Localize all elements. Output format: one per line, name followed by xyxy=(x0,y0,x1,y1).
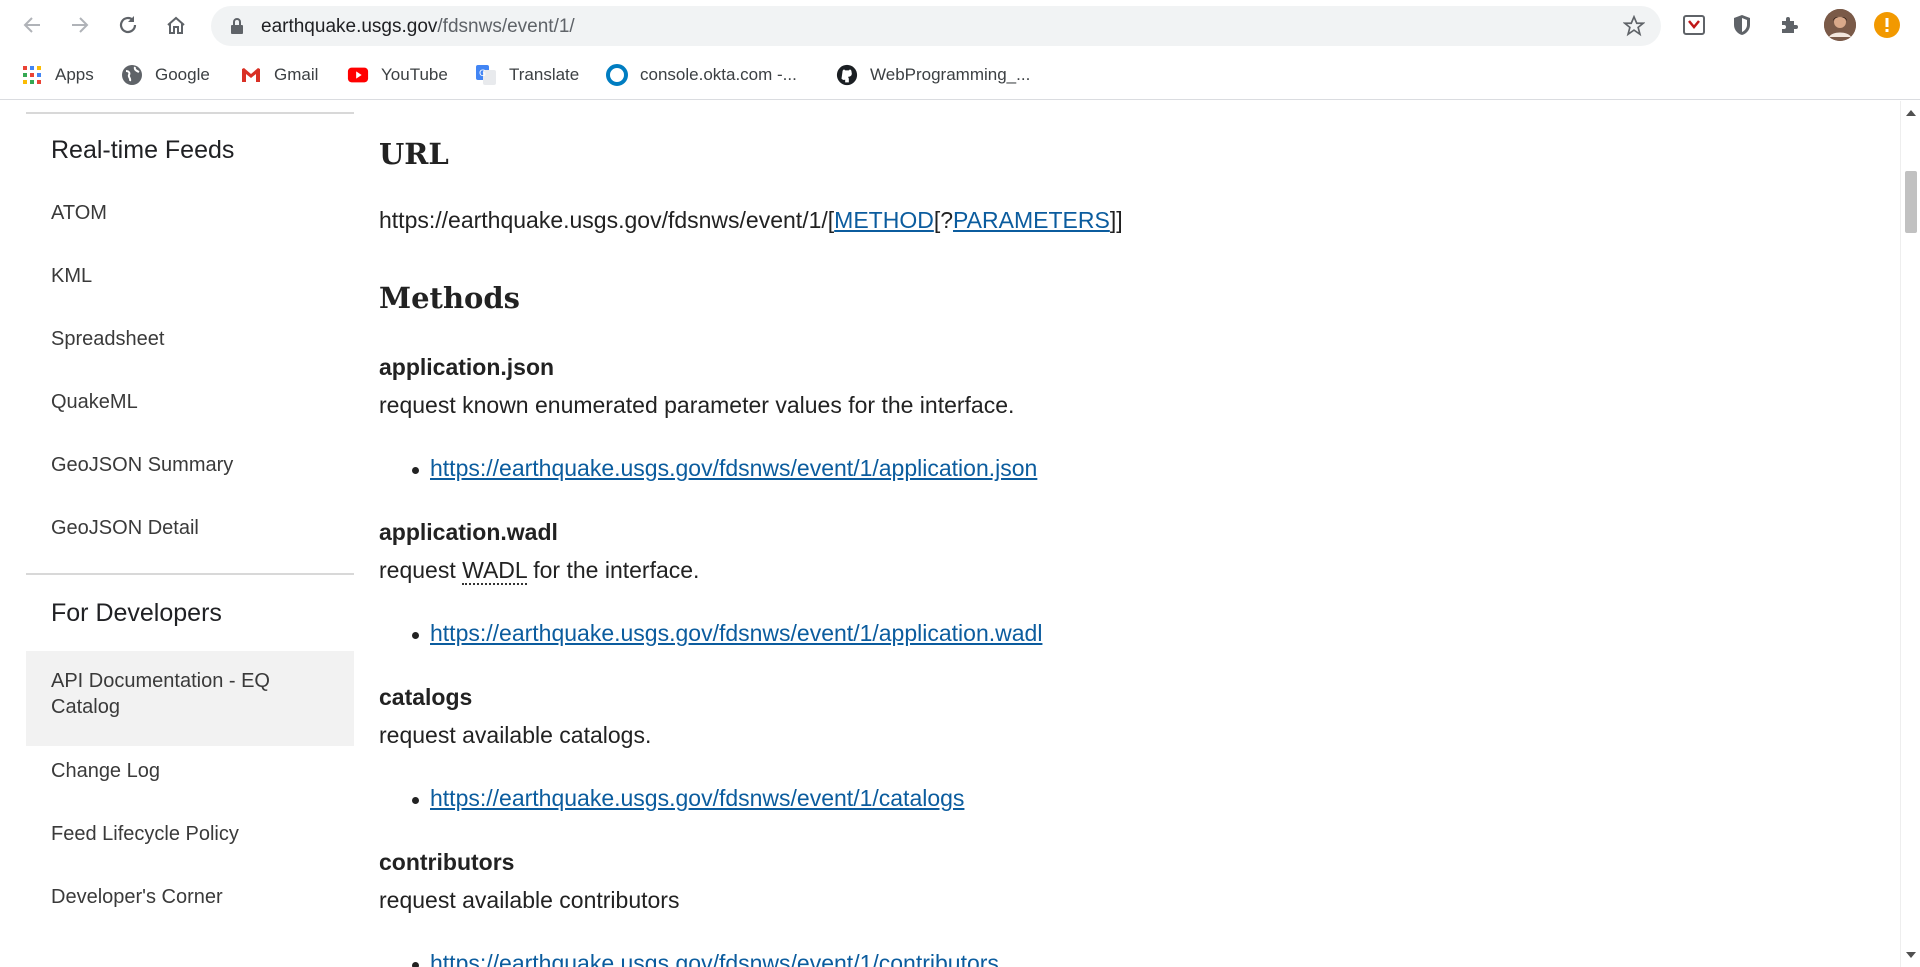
bookmark-label: WebProgramming_... xyxy=(870,65,1031,84)
sidebar-nav: Real-time Feeds ATOM KML Spreadsheet Qua… xyxy=(26,101,354,935)
bookmark-label: YouTube xyxy=(381,65,448,84)
sidebar-item-spreadsheet[interactable]: Spreadsheet xyxy=(26,314,354,377)
translate-icon: G xyxy=(475,64,497,86)
lock-icon xyxy=(231,18,243,34)
sidebar-heading-for-developers: For Developers xyxy=(51,599,222,627)
method-url-link[interactable]: https://earthquake.usgs.gov/fdsnws/event… xyxy=(430,950,999,967)
extension-shield-icon[interactable] xyxy=(1729,12,1755,38)
github-icon xyxy=(836,64,858,86)
okta-icon xyxy=(606,64,628,86)
bookmark-label: Apps xyxy=(55,65,94,84)
list-bullet xyxy=(412,632,419,639)
method-url-link[interactable]: https://earthquake.usgs.gov/fdsnws/event… xyxy=(430,455,1037,482)
scroll-down-icon[interactable] xyxy=(1905,951,1917,959)
profile-avatar[interactable] xyxy=(1824,9,1856,41)
extensions-puzzle-icon[interactable] xyxy=(1777,12,1803,38)
address-url: earthquake.usgs.gov/fdsnws/event/1/ xyxy=(261,16,575,37)
method-description: request known enumerated parameter value… xyxy=(379,392,1015,418)
method-description-text: request xyxy=(379,557,463,583)
method-name: catalogs xyxy=(379,684,473,710)
sidebar-item-geojson-detail[interactable]: GeoJSON Detail xyxy=(26,503,354,566)
bookmark-star-icon[interactable] xyxy=(1623,15,1645,37)
methods-heading: Methods xyxy=(379,281,520,315)
method-name: application.json xyxy=(379,354,555,380)
url-template: https://earthquake.usgs.gov/fdsnws/event… xyxy=(379,207,1123,234)
list-bullet xyxy=(412,962,419,967)
url-template-mid: [? xyxy=(933,207,954,233)
method-description: request available catalogs. xyxy=(379,722,652,748)
method-link[interactable]: METHOD xyxy=(834,207,934,233)
reload-icon xyxy=(119,16,137,34)
bookmarks-bar: Apps Google Gmail YouTube G Translate co… xyxy=(0,51,1920,100)
scrollbar-thumb[interactable] xyxy=(1905,171,1917,233)
sidebar-item-geojson-summary[interactable]: GeoJSON Summary xyxy=(26,440,354,503)
sidebar-item-atom[interactable]: ATOM xyxy=(26,188,354,251)
url-template-suffix: ]] xyxy=(1109,207,1123,233)
bookmark-translate[interactable]: G Translate xyxy=(475,63,579,87)
arrow-right-icon xyxy=(72,17,89,33)
youtube-icon xyxy=(347,64,369,86)
sidebar-item-quakeml[interactable]: QuakeML xyxy=(26,377,354,440)
parameters-link[interactable]: PARAMETERS xyxy=(953,207,1110,233)
method-url-link[interactable]: https://earthquake.usgs.gov/fdsnws/event… xyxy=(430,785,964,812)
method-url-link[interactable]: https://earthquake.usgs.gov/fdsnws/event… xyxy=(430,620,1042,647)
url-template-prefix: https://earthquake.usgs.gov/fdsnws/event… xyxy=(379,207,835,233)
sidebar-item-change-log[interactable]: Change Log xyxy=(26,746,354,809)
home-icon xyxy=(167,16,185,34)
bookmark-google[interactable]: Google xyxy=(121,63,210,87)
method-name: application.wadl xyxy=(379,519,558,545)
method-description-text: for the interface. xyxy=(526,557,700,583)
scroll-up-icon[interactable] xyxy=(1905,109,1917,117)
back-button[interactable] xyxy=(15,8,49,42)
address-bar[interactable]: earthquake.usgs.gov/fdsnws/event/1/ xyxy=(211,6,1661,46)
page-content: Real-time Feeds ATOM KML Spreadsheet Qua… xyxy=(0,101,1900,967)
bookmark-github[interactable]: WebProgramming_... xyxy=(836,63,1030,87)
method-name: contributors xyxy=(379,849,515,875)
wadl-abbreviation: WADL xyxy=(462,557,527,585)
bookmark-label: Gmail xyxy=(274,65,319,84)
reload-button[interactable] xyxy=(111,8,145,42)
bookmark-youtube[interactable]: YouTube xyxy=(347,63,448,87)
method-description: request WADL for the interface. xyxy=(379,557,700,585)
list-bullet xyxy=(412,467,419,474)
bookmark-label: Translate xyxy=(509,65,580,84)
sidebar-item-kml[interactable]: KML xyxy=(26,251,354,314)
arrow-left-icon xyxy=(23,17,40,33)
apps-grid-icon xyxy=(21,64,43,86)
avatar-icon xyxy=(1824,9,1856,41)
globe-icon xyxy=(121,64,143,86)
bookmark-okta[interactable]: console.okta.com -... xyxy=(606,63,797,87)
update-alert-icon[interactable] xyxy=(1874,12,1900,38)
gmail-icon xyxy=(240,64,262,86)
extension-mcafee-icon[interactable] xyxy=(1681,12,1707,38)
method-description: request available contributors xyxy=(379,887,680,913)
sidebar-item-api-documentation[interactable]: API Documentation - EQ Catalog xyxy=(26,651,354,746)
sidebar-item-feed-lifecycle-policy[interactable]: Feed Lifecycle Policy xyxy=(26,809,354,872)
bookmark-apps[interactable]: Apps xyxy=(21,63,94,87)
bookmark-label: console.okta.com -... xyxy=(640,65,797,84)
sidebar-heading-realtime-feeds: Real-time Feeds xyxy=(51,136,235,164)
browser-toolbar: earthquake.usgs.gov/fdsnws/event/1/ xyxy=(0,0,1920,51)
url-heading: URL xyxy=(379,137,449,171)
forward-button[interactable] xyxy=(63,8,97,42)
bookmark-gmail[interactable]: Gmail xyxy=(240,63,318,87)
sidebar-item-developers-corner[interactable]: Developer's Corner xyxy=(26,872,354,935)
bookmark-label: Google xyxy=(155,65,210,84)
home-button[interactable] xyxy=(159,8,193,42)
vertical-scrollbar[interactable] xyxy=(1900,101,1920,967)
list-bullet xyxy=(412,797,419,804)
svg-text:G: G xyxy=(479,69,486,79)
